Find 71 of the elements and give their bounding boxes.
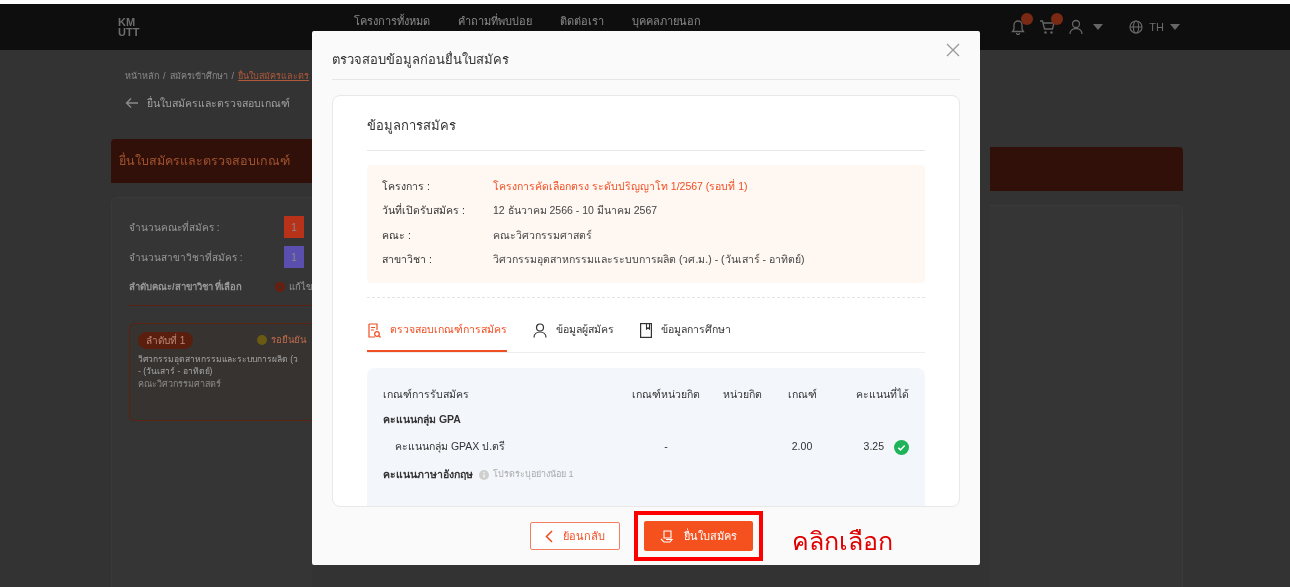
document-search-icon: [367, 322, 381, 338]
nav-link[interactable]: คำถามที่พบบ่อย: [458, 12, 533, 30]
caret-icon: [1170, 24, 1180, 30]
nav-link[interactable]: โครงการทั้งหมด: [354, 12, 431, 30]
breadcrumb-link[interactable]: สมัครเข้าศึกษา: [169, 70, 228, 84]
column-header: หน่วยกิต: [721, 386, 763, 402]
bookmark-page-icon: [640, 322, 652, 338]
info-value: วิศวกรรมอุตสาหกรรมและระบบการผลิต (วศ.ม.) - (วันเสาร์ - อาทิตย์): [493, 252, 805, 268]
schedule-text: - (วันเสาร์ - อาทิตย์): [138, 365, 214, 378]
table-cell-text: คะแนนกลุ่ม GPAX ป.ตรี: [394, 439, 507, 455]
breadcrumb-link[interactable]: ยื่นใบสมัครและตร: [238, 70, 310, 84]
caret-icon[interactable]: [1093, 24, 1104, 30]
modal-title: ตรวจสอบข้อมูลก่อนยื่นใบสมัคร: [332, 50, 509, 69]
tab[interactable]: ข้อมูลผู้สมัคร: [533, 310, 614, 352]
nav-link[interactable]: ติดต่อเรา: [560, 12, 605, 30]
hint-text: โปรดระบุอย่างน้อย 1: [493, 467, 574, 482]
section-heading: ลำดับคณะ/สาขาวิชา ที่เลือก: [129, 280, 243, 295]
info-label: คณะ :: [382, 227, 412, 243]
back-button[interactable]: ย้อนกลับ: [529, 521, 620, 551]
user-icon[interactable]: [1069, 19, 1084, 35]
back-arrow-icon[interactable]: [125, 97, 139, 110]
annotation-text: คลิกเลือก: [792, 526, 893, 557]
status-dot-icon: [257, 335, 267, 345]
tab[interactable]: ข้อมูลการศึกษา: [640, 310, 731, 352]
rank-pill: ลำดับที่ 1: [138, 331, 194, 349]
cart-icon[interactable]: [1039, 19, 1056, 35]
breadcrumb-separator: /: [163, 70, 166, 83]
close-icon: [946, 43, 960, 57]
globe-icon: [1129, 20, 1144, 34]
info-icon: [479, 469, 489, 480]
page-title: ยื่นใบสมัครและตรวจสอบเกณฑ์: [147, 95, 290, 111]
chevron-left-icon: [544, 529, 553, 543]
notification-dot: [1021, 13, 1034, 25]
info-label: วันที่เปิดรับสมัคร :: [382, 203, 466, 219]
breadcrumb-link[interactable]: หน้าหลัก: [125, 70, 159, 84]
notification-dot: [1051, 13, 1064, 25]
breadcrumb-separator: /: [231, 70, 235, 83]
info-value: 12 ธันวาคม 2566 - 10 มีนาคม 2567: [493, 203, 658, 219]
logo[interactable]: KM UTT: [118, 16, 140, 38]
major-name: วิศวกรรมอุตสาหกรรมและระบบการผลิต (ว: [138, 352, 300, 366]
section-title: ข้อมูลการสมัคร: [367, 112, 925, 151]
table-cell: 3.25: [863, 439, 884, 455]
tab[interactable]: ตรวจสอบเกณฑ์การสมัคร: [367, 310, 507, 352]
info-label: โครงการ :: [382, 178, 431, 194]
info-value: คณะวิศวกรรมศาสตร์: [493, 227, 592, 243]
status-text: รอยืนยัน: [271, 332, 306, 347]
column-header: เกณฑ์การรับสมัคร: [383, 386, 470, 402]
edit-link[interactable]: แก้ไข: [289, 280, 312, 295]
banner-title: ยื่นใบสมัครและตรวจสอบเกณฑ์: [111, 139, 312, 184]
group-title: คะแนนภาษาอังกฤษ: [383, 466, 473, 482]
info-value: โครงการคัดเลือกตรง ระดับปริญญาโท 1/2567 (รอบที่ 1): [493, 178, 748, 195]
table-cell-text: -: [663, 439, 669, 455]
info-label: สาขาวิชา :: [382, 252, 433, 268]
table-cell-text: 2.00: [790, 439, 814, 455]
column-header: คะแนนที่ได้: [855, 386, 909, 402]
edit-icon: [275, 282, 285, 293]
submit-button[interactable]: ยื่นใบสมัคร: [643, 520, 753, 552]
bell-icon[interactable]: [1011, 19, 1026, 35]
nav-link[interactable]: บุคคลภายนอก: [632, 12, 702, 30]
count-value: 1: [284, 216, 304, 239]
count-label: จำนวนคณะที่สมัคร :: [129, 219, 220, 235]
choice-card[interactable]: ลำดับที่ 1 รอยืนยัน วิศวกรรมอุตสาหกรรมและระบบการผลิต (ว - (วันเสาร์ - อาทิตย์) คณะวิศวกรรมศาสตร์: [129, 322, 312, 421]
hand-document-icon: [659, 529, 674, 543]
group-title: คะแนนกลุ่ม GPA: [383, 411, 461, 428]
count-label: จำนวนสาขาวิชาที่สมัคร :: [129, 249, 243, 265]
column-header: เกณฑ์หน่วยกิต: [631, 386, 701, 402]
language-selector[interactable]: TH: [1129, 18, 1180, 36]
faculty-name: คณะวิศวกรรมศาสตร์: [138, 378, 222, 391]
person-icon: [533, 322, 547, 338]
column-header: เกณฑ์: [786, 386, 818, 402]
close-button[interactable]: [946, 43, 960, 57]
